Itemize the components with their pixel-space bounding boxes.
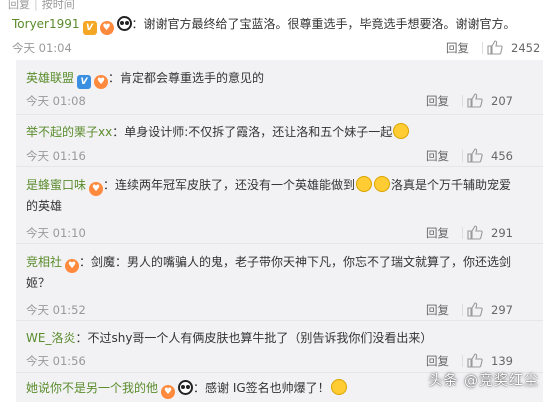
- meta-divider: [462, 150, 463, 162]
- verified-v-icon: V: [82, 21, 97, 35]
- colon: ：: [131, 17, 144, 31]
- like-count: 139: [491, 354, 513, 368]
- emoji-icon: [330, 379, 347, 395]
- colon: ：: [193, 381, 206, 395]
- comment-text-part-3: 的英雄: [26, 199, 63, 213]
- laughing-emoji-icon: [356, 176, 373, 192]
- comment-text: 不过shy哥一个人有俩皮肤也算牛批了（别告诉我你们没看出来）: [87, 331, 433, 345]
- colon: ：: [108, 71, 121, 85]
- list-item: 是蜂蜜口味 ♥ ：连续两年冠军皮肤了，还没有一个英雄能做到 洛真是个万千辅助宠爱的英雄…: [16, 167, 543, 244]
- username-link[interactable]: 英雄联盟: [26, 71, 74, 85]
- meta-divider: [462, 95, 463, 107]
- comment-meta: 今天 01:04 回复 2452: [12, 39, 540, 57]
- username-link[interactable]: 她说你不是另一个我的他: [26, 381, 158, 395]
- comment-text: 谢谢官方最终给了宝蓝洛。很尊重选手，毕竟选手想要洛。谢谢官方。: [143, 17, 516, 31]
- username-link[interactable]: 是蜂蜜口味: [26, 178, 86, 192]
- colon: ：: [112, 125, 125, 139]
- username-link[interactable]: 举不起的栗子xx: [26, 125, 112, 139]
- timestamp: 今天 01:10: [26, 226, 86, 240]
- fan-badge-icon: ♥: [99, 21, 114, 35]
- comment-text-row: 竞相社 ♥ ：剑魔：男人的嘴骗人的鬼，老子带你天神下凡，你忘不了瑞文就算了，你还选剑…: [26, 252, 533, 293]
- comment-text-row: 举不起的栗子xx：单身设计师:不仅拆了霞洛，还让洛和五个妹子一起: [26, 122, 533, 142]
- timestamp: 今天 01:56: [26, 354, 86, 368]
- meta-divider: [462, 355, 463, 367]
- timestamp: 今天 01:04: [12, 41, 72, 55]
- comment-text: 肯定都会尊重选手的意见的: [120, 71, 265, 85]
- fan-badge-icon: ♥: [161, 385, 176, 399]
- timestamp: 今天 01:16: [26, 149, 86, 163]
- comment-text-part-2: 姬？: [26, 276, 51, 290]
- thumbs-up-icon: [467, 225, 483, 240]
- comment-text-row: Toryer1991 V ♥ ：谢谢官方最终给了宝蓝洛。很尊重选手，毕竟选手想要洛。谢…: [12, 14, 541, 35]
- emoji-icon: [393, 123, 410, 139]
- main-comment: Toryer1991 V ♥ ：谢谢官方最终给了宝蓝洛。很尊重选手，毕竟选手想要洛。谢…: [0, 8, 551, 60]
- reply-button[interactable]: 回复: [426, 147, 449, 165]
- meta-divider: [462, 304, 463, 316]
- list-item: WE_洛炎：不过shy哥一个人有俩皮肤也算牛批了（别告诉我你们没看出来） 今天 …: [16, 321, 543, 373]
- thumbs-up-icon: [467, 353, 483, 368]
- thumbs-up-icon: [467, 148, 483, 163]
- username-link[interactable]: 竞相社: [26, 255, 62, 269]
- laughing-emoji-icon: [374, 176, 391, 192]
- like-count: 291: [491, 226, 513, 240]
- meta-divider: [462, 227, 463, 239]
- comment-text-part-1: 剑魔：男人的嘴骗人的鬼，老子带你天神下凡，你忘不了瑞文就算了，你还选剑: [91, 255, 512, 269]
- username-link[interactable]: WE_洛炎: [26, 331, 75, 345]
- reply-button[interactable]: 回复: [426, 92, 449, 110]
- reply-list: 英雄联盟 V ♥ ：肯定都会尊重选手的意见的 今天 01:08 回复 207 举不起的…: [16, 60, 543, 402]
- like-count: 456: [491, 149, 513, 163]
- top-strip: 回复 | 按时间: [0, 0, 551, 11]
- comment-text-part-1: 连续两年冠军皮肤了，还没有一个英雄能做到: [115, 178, 356, 192]
- verified-v-icon: V: [77, 75, 92, 89]
- timestamp: 今天 01:08: [26, 94, 86, 108]
- username-link[interactable]: Toryer1991: [12, 17, 80, 31]
- toutiao-watermark: 头条 @竞奖红尘: [428, 373, 539, 389]
- panda-icon: [178, 380, 194, 395]
- fan-badge-icon: ♥: [65, 259, 80, 273]
- list-item: 竞相社 ♥ ：剑魔：男人的嘴骗人的鬼，老子带你天神下凡，你忘不了瑞文就算了，你还选剑…: [16, 244, 543, 321]
- meta-divider: [482, 42, 483, 54]
- comment-text: 单身设计师:不仅拆了霞洛，还让洛和五个妹子一起: [124, 125, 393, 139]
- timestamp: 今天 01:52: [26, 303, 86, 317]
- comment-text: 感谢 IG签名也帅爆了！: [205, 381, 330, 395]
- reply-button[interactable]: 回复: [446, 39, 469, 57]
- comment-meta: 今天 01:52 回复 297: [26, 301, 521, 319]
- like-count: 2452: [511, 41, 541, 55]
- comment-meta: 今天 01:56 回复 139: [26, 352, 521, 370]
- comment-meta: 今天 01:10 回复 291: [26, 224, 521, 242]
- panda-icon: [116, 16, 132, 31]
- thumbs-up-icon: [467, 93, 483, 108]
- colon: ：: [79, 255, 92, 269]
- reply-button[interactable]: 回复: [426, 352, 449, 370]
- comment-meta: 今天 01:08 回复 207: [26, 92, 521, 110]
- comment-text-part-2: 洛真是个万千辅助宠爱: [391, 178, 512, 192]
- colon: ：: [75, 331, 88, 345]
- like-count: 207: [491, 94, 513, 108]
- list-item: 英雄联盟 V ♥ ：肯定都会尊重选手的意见的 今天 01:08 回复 207: [16, 60, 543, 115]
- comment-text-row: WE_洛炎：不过shy哥一个人有俩皮肤也算牛批了（别告诉我你们没看出来）: [26, 328, 533, 348]
- colon: ：: [103, 178, 116, 192]
- thumbs-up-icon: [467, 302, 483, 317]
- fan-badge-icon: ♥: [94, 75, 109, 89]
- like-count: 297: [491, 303, 513, 317]
- comment-text-row: 是蜂蜜口味 ♥ ：连续两年冠军皮肤了，还没有一个英雄能做到 洛真是个万千辅助宠爱的英雄: [26, 175, 533, 216]
- reply-button[interactable]: 回复: [426, 301, 449, 319]
- fan-badge-icon: ♥: [89, 182, 104, 196]
- list-item: 举不起的栗子xx：单身设计师:不仅拆了霞洛，还让洛和五个妹子一起 今天 01:1…: [16, 115, 543, 167]
- comment-meta: 今天 01:16 回复 456: [26, 147, 521, 165]
- reply-button[interactable]: 回复: [426, 224, 449, 242]
- thumbs-up-icon: [487, 40, 503, 55]
- comment-text-row: 英雄联盟 V ♥ ：肯定都会尊重选手的意见的: [26, 68, 533, 89]
